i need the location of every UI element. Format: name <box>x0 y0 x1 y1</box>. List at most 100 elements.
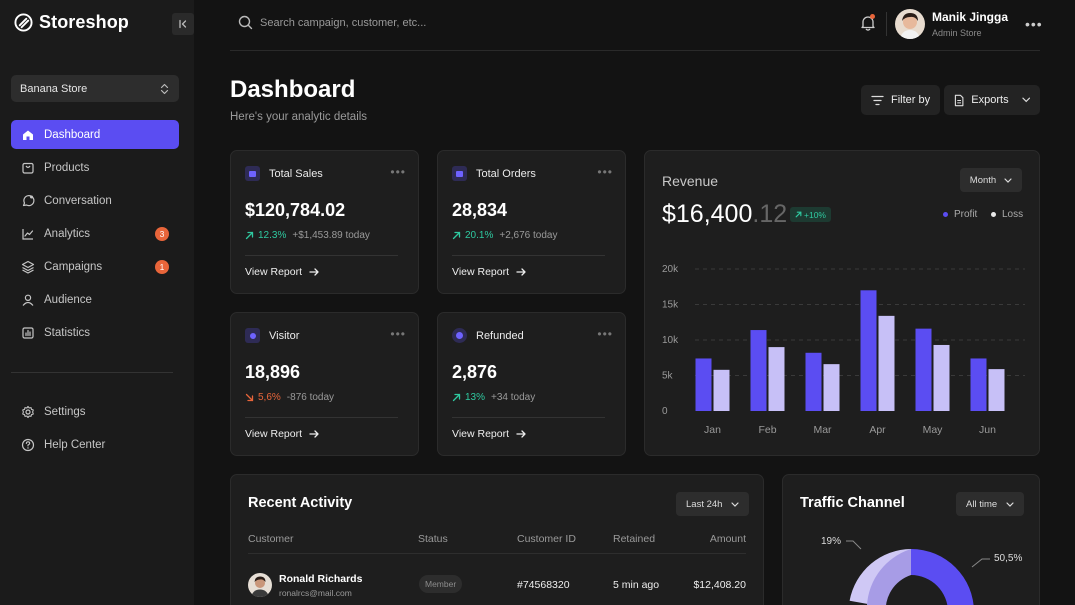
revenue-card: Revenue Month $16,400.12 +10% Profit Los… <box>644 150 1040 456</box>
y-tick-label: 5k <box>662 371 674 382</box>
sidebar: Storeshop Banana Store Dashboard Product… <box>0 0 194 605</box>
store-selector[interactable]: Banana Store <box>11 75 179 102</box>
sidebar-item-conversation[interactable]: Conversation <box>11 186 179 215</box>
stat-today: -876 today <box>286 392 335 403</box>
card-menu-icon[interactable]: ••• <box>597 327 613 341</box>
bar-profit-mar[interactable] <box>805 352 822 411</box>
sidebar-item-statistics[interactable]: Statistics <box>11 318 179 347</box>
status-badge: Member <box>419 575 463 593</box>
user-role: Admin Store <box>932 28 982 38</box>
sidebar-item-help-center[interactable]: Help Center <box>11 430 179 459</box>
store-selector-value: Banana Store <box>20 82 88 95</box>
x-tick-label: Apr <box>869 424 886 436</box>
revenue-bar-chart: 0 5k 10k 15k 20k Jan Feb Mar Apr May Jun <box>662 264 1025 436</box>
user-name[interactable]: Manik Jingga <box>932 10 1008 24</box>
arrow-up-right-icon <box>452 231 461 240</box>
traffic-label-small: 19% <box>821 536 842 547</box>
filter-icon <box>871 95 884 105</box>
stat-value: $120,784.02 <box>245 200 346 220</box>
search-input[interactable] <box>260 16 460 29</box>
bar-loss-apr[interactable] <box>878 315 895 411</box>
card-menu-icon[interactable]: ••• <box>390 165 406 179</box>
recent-activity-title: Recent Activity <box>248 495 353 511</box>
activity-period-select[interactable]: Last 24h <box>676 492 750 516</box>
x-tick-label: Jan <box>704 424 721 436</box>
bar-loss-mar[interactable] <box>823 364 840 411</box>
wallet-icon <box>245 166 260 181</box>
retained-time: 5 min ago <box>613 579 660 591</box>
page-title: Dashboard <box>230 76 356 103</box>
stat-title: Total Sales <box>269 167 323 180</box>
stat-card-total-orders: Total Orders ••• 28,834 20.1% +2,676 tod… <box>437 150 626 294</box>
stat-value: 18,896 <box>245 362 301 382</box>
secondary-nav: Settings Help Center <box>11 397 179 463</box>
activity-period-value: Last 24h <box>686 498 723 510</box>
arrow-right-icon <box>516 268 526 276</box>
order-icon <box>452 166 467 181</box>
column-header-customer[interactable]: Customer <box>248 533 294 545</box>
bar-profit-apr[interactable] <box>860 290 877 411</box>
campaigns-badge: 1 <box>155 260 169 274</box>
stat-card-visitor: Visitor ••• 18,896 5,6% -876 today View … <box>230 312 419 456</box>
view-report-link[interactable]: View Report <box>245 266 319 278</box>
user-avatar[interactable] <box>895 9 925 39</box>
bar-profit-feb[interactable] <box>750 330 767 411</box>
collapse-icon <box>179 19 187 29</box>
more-options-icon[interactable]: ••• <box>1025 16 1043 32</box>
sidebar-item-settings[interactable]: Settings <box>11 397 179 426</box>
bar-profit-jan[interactable] <box>695 358 712 411</box>
bar-profit-may[interactable] <box>915 328 932 411</box>
table-header-divider <box>248 553 746 554</box>
stat-card-refunded: Refunded ••• 2,876 13% +34 today View Re… <box>437 312 626 456</box>
sidebar-item-campaigns[interactable]: Campaigns 1 <box>11 252 179 281</box>
sidebar-item-products[interactable]: Products <box>11 153 179 182</box>
view-report-link[interactable]: View Report <box>452 266 526 278</box>
y-tick-label: 10k <box>662 335 679 346</box>
column-header-customer-id[interactable]: Customer ID <box>517 533 576 545</box>
sidebar-item-analytics[interactable]: Analytics 3 <box>11 219 179 248</box>
notification-dot <box>870 14 875 19</box>
sidebar-item-label: Statistics <box>44 326 91 339</box>
column-header-amount[interactable]: Amount <box>710 533 746 545</box>
bar-loss-jan[interactable] <box>713 369 730 411</box>
stat-change: 5,6% -876 today <box>245 392 334 403</box>
column-header-status[interactable]: Status <box>418 533 448 545</box>
avatar-portrait-icon <box>900 13 920 39</box>
filter-label: Filter by <box>891 94 931 106</box>
view-report-label: View Report <box>245 428 303 440</box>
help-icon <box>21 438 35 451</box>
trend-icon <box>22 228 34 240</box>
sidebar-item-label: Products <box>44 161 90 174</box>
card-divider <box>245 417 398 418</box>
card-divider <box>452 255 605 256</box>
bar-loss-jun[interactable] <box>988 369 1005 411</box>
brand[interactable]: Storeshop <box>14 12 129 33</box>
sidebar-item-dashboard[interactable]: Dashboard <box>11 120 179 149</box>
card-menu-icon[interactable]: ••• <box>597 165 613 179</box>
filter-button[interactable]: Filter by <box>861 85 941 115</box>
main-nav: Dashboard Products Conversation Analytic… <box>11 120 179 351</box>
stat-value: 28,834 <box>452 200 508 220</box>
exports-button[interactable]: Exports <box>944 85 1040 115</box>
stat-title: Visitor <box>269 329 300 342</box>
sidebar-item-audience[interactable]: Audience <box>11 285 179 314</box>
arrow-down-right-icon <box>245 393 254 402</box>
view-report-link[interactable]: View Report <box>452 428 526 440</box>
bar-loss-feb[interactable] <box>768 347 785 411</box>
traffic-channel-card: Traffic Channel All time 19% 50,5% <box>782 474 1040 605</box>
collapse-sidebar-button[interactable] <box>172 13 194 35</box>
stat-today: +$1,453.89 today <box>292 230 370 241</box>
x-tick-label: Mar <box>813 424 832 436</box>
bar-profit-jun[interactable] <box>970 358 987 411</box>
search-bar[interactable] <box>238 15 460 30</box>
card-menu-icon[interactable]: ••• <box>390 327 406 341</box>
bar-loss-may[interactable] <box>933 344 950 411</box>
stat-pct: 20.1% <box>465 230 494 241</box>
view-report-link[interactable]: View Report <box>245 428 319 440</box>
card-divider <box>245 255 398 256</box>
shopping-bag-icon <box>22 162 34 174</box>
customer-avatar <box>248 573 272 597</box>
label-leader-line <box>971 558 990 568</box>
column-header-retained[interactable]: Retained <box>613 533 655 545</box>
stat-title: Refunded <box>476 329 524 342</box>
